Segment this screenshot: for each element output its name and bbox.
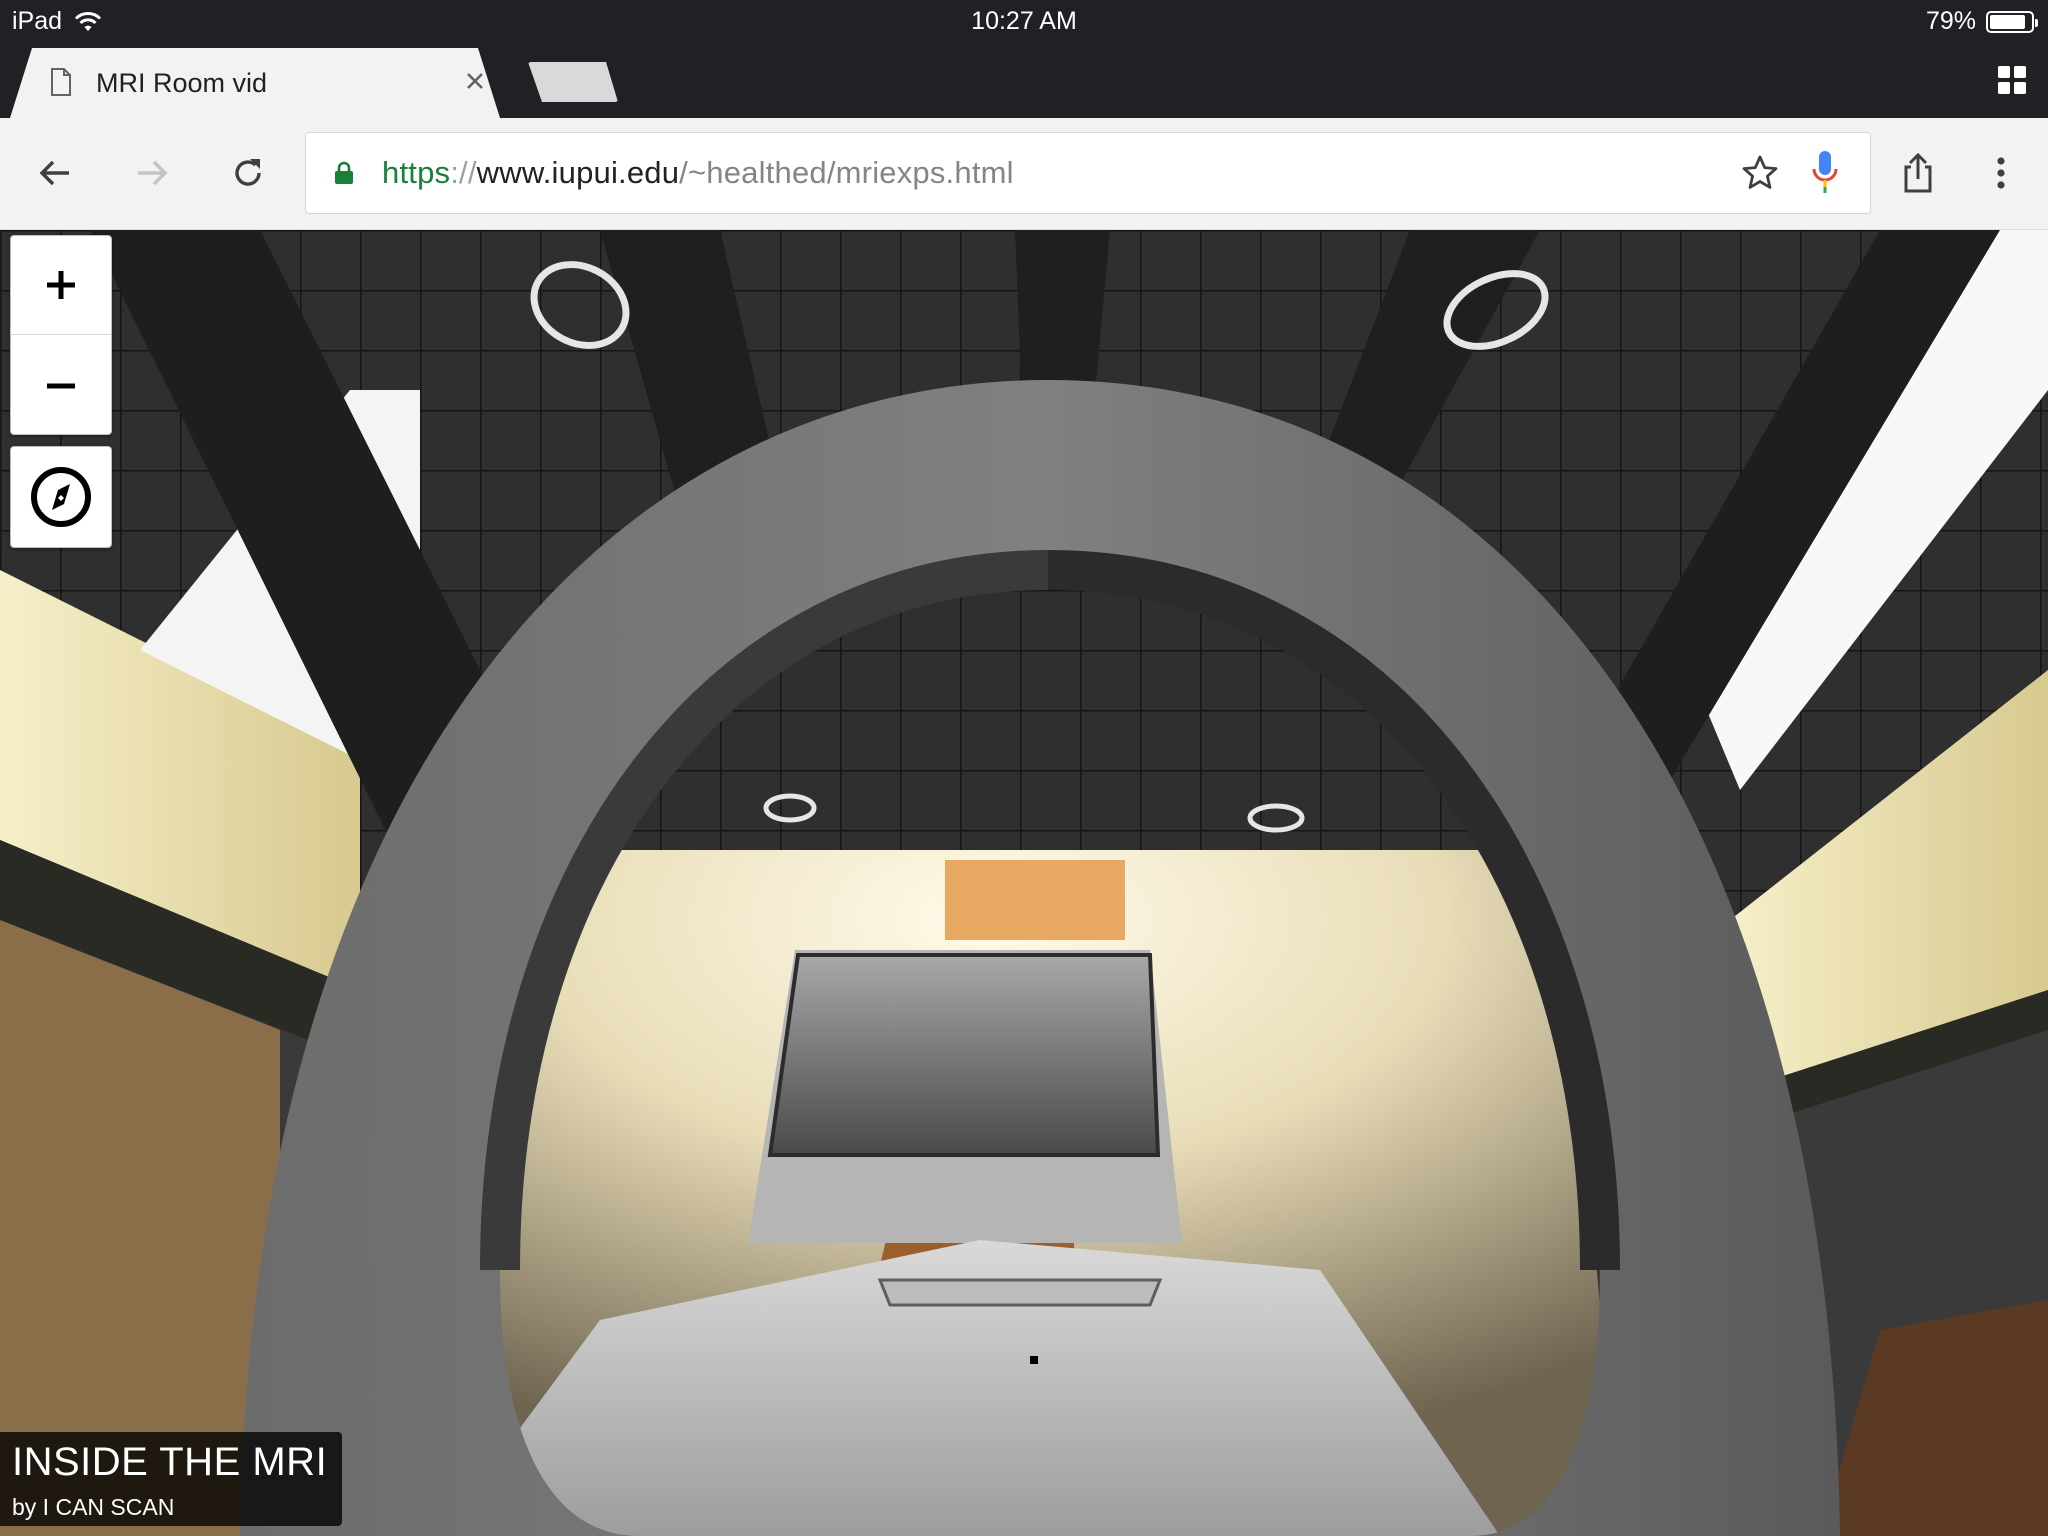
battery-percent: 79% [1925,7,1976,35]
zoom-controls [10,235,112,435]
reload-button[interactable] [223,148,273,198]
mri-scene[interactable] [0,230,2048,1536]
monitor-screen [767,953,1161,1157]
browser-toolbar: https://www.iupui.edu/~healthed/mriexps.… [0,118,2048,230]
url-scheme: https [382,155,451,190]
wall-panel [945,860,1125,940]
url-host: www.iupui.edu [476,155,680,190]
mri-room-viewer[interactable]: INSIDE THE MRI by I CAN SCAN [0,230,2048,1536]
center-marker [1030,1356,1038,1364]
plus-icon [47,271,75,299]
share-icon [1904,152,1932,193]
back-arrow-icon [39,160,69,186]
star-icon[interactable] [1740,153,1780,193]
back-button[interactable] [30,148,80,198]
forward-button[interactable] [127,148,177,198]
tab-strip: MRI Room vid [0,40,2048,118]
status-bar: iPad 10:27 AM 79% [0,0,2048,40]
lock-icon [335,161,353,184]
url-separator: :// [450,155,477,190]
scene-author: by I CAN SCAN [12,1494,175,1520]
compass-icon [31,467,91,527]
battery-icon [1986,10,2038,33]
scene-caption: INSIDE THE MRI by I CAN SCAN [0,1432,342,1526]
more-vert-icon [1997,157,2005,189]
tab-title: MRI Room vid [96,68,268,98]
scene-title: INSIDE THE MRI [12,1440,328,1484]
minus-icon [47,383,75,388]
menu-button[interactable] [1976,148,2026,198]
zoom-out-button[interactable] [11,336,111,435]
close-icon[interactable] [460,66,490,96]
new-tab-button[interactable] [528,62,618,102]
clock: 10:27 AM [971,7,1077,35]
tab-switcher-icon[interactable] [1996,64,2028,96]
document-icon [51,68,71,96]
compass-button[interactable] [10,446,112,548]
address-bar[interactable]: https://www.iupui.edu/~healthed/mriexps.… [305,132,1871,214]
url-path: /~healthed/mriexps.html [679,155,1014,190]
reload-icon [235,159,261,186]
tab-mri-room-vid[interactable]: MRI Room vid [10,48,500,118]
forward-arrow-icon [138,160,168,186]
table-headrest [877,1278,1163,1307]
url-text[interactable]: https://www.iupui.edu/~healthed/mriexps.… [382,155,1014,191]
microphone-icon[interactable] [1810,149,1840,195]
share-button[interactable] [1893,148,1943,198]
zoom-in-button[interactable] [11,236,111,335]
right-floor-cabinet [1820,1300,2048,1536]
